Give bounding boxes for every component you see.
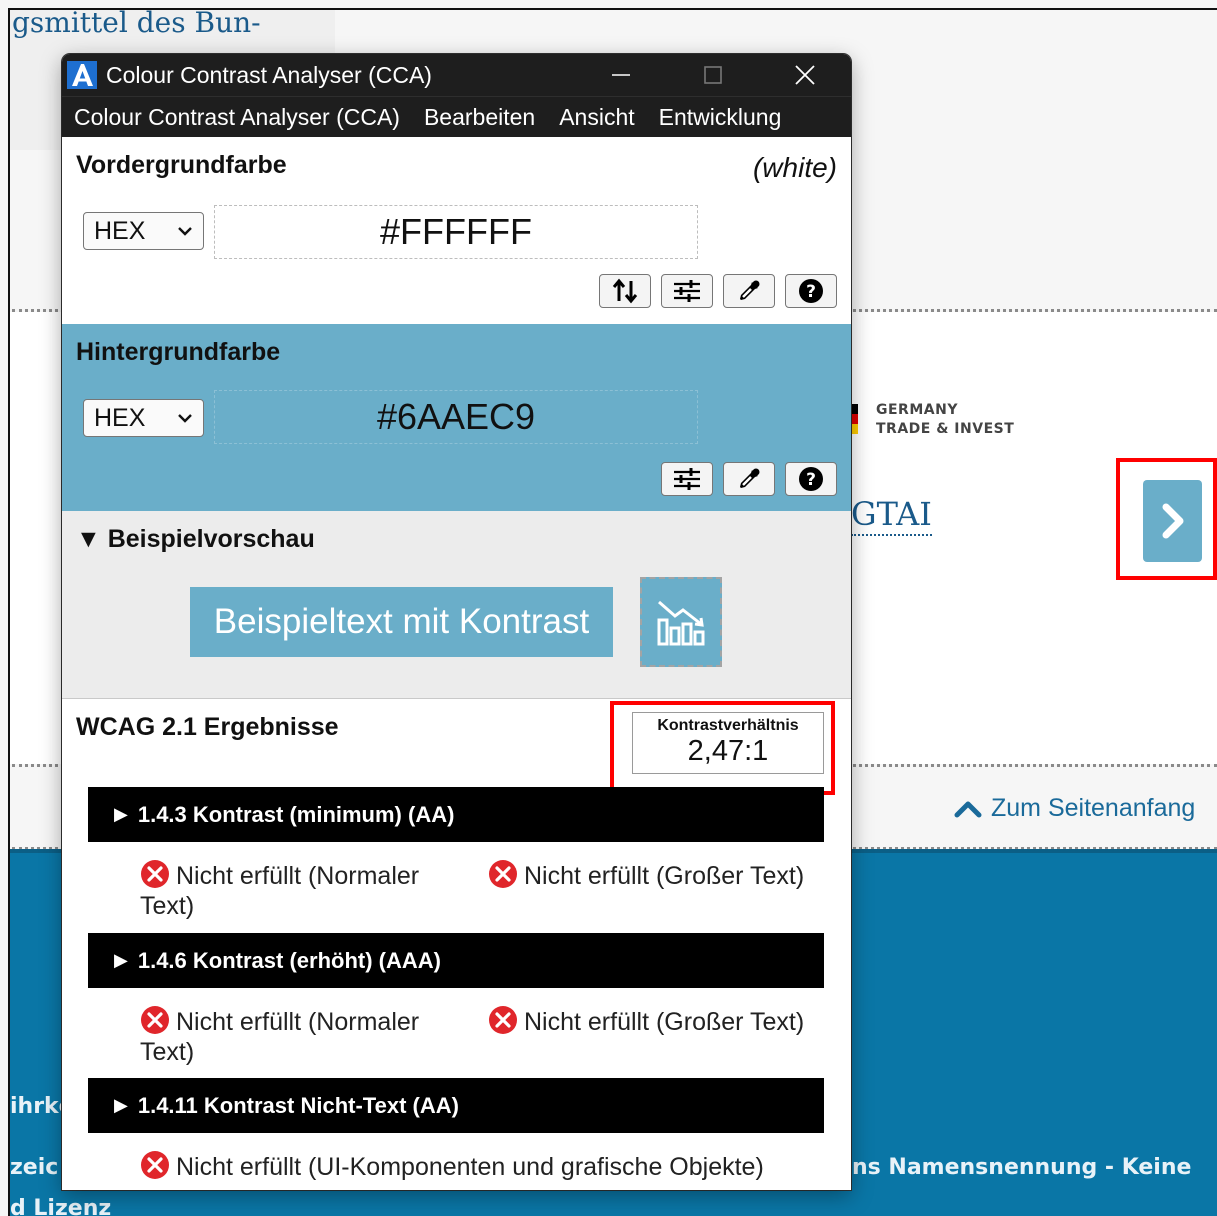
foreground-format-select[interactable]: HEX <box>83 212 204 250</box>
fail-icon <box>489 1006 517 1034</box>
maximize-icon <box>704 66 722 84</box>
foreground-sliders-button[interactable] <box>661 274 713 308</box>
footer-text-fragment: d Lizenz <box>10 1196 112 1216</box>
background-tools: ? <box>661 462 837 496</box>
help-icon: ? <box>799 279 823 303</box>
highlight-frame-next-button <box>1116 458 1217 580</box>
foreground-color-name: (white) <box>752 152 837 183</box>
footer-license-text: ns Namensnennung - Keine <box>852 1155 1192 1180</box>
eyedropper-icon <box>740 280 760 300</box>
logo-line-2: TRADE & INVEST <box>876 421 1015 437</box>
sliders-icon <box>674 468 700 490</box>
chevron-up-icon <box>954 801 982 817</box>
expand-triangle-icon: ▶ <box>114 804 128 824</box>
minimize-button[interactable] <box>575 54 667 96</box>
results-section: WCAG 2.1 Ergebnisse Kontrastverhältnis 2… <box>62 699 851 1190</box>
menu-bar: Colour Contrast Analyser (CCA) Bearbeite… <box>62 96 851 137</box>
swap-colors-button[interactable] <box>599 274 651 308</box>
gtai-link[interactable]: GTAI <box>851 494 932 536</box>
result-fail-large-text: Nicht erfüllt (Großer Text) <box>488 859 838 891</box>
logo-line-1: GERMANY <box>876 402 958 418</box>
criterion-1-4-3-header[interactable]: ▶ 1.4.3 Kontrast (minimum) (AA) <box>88 787 824 842</box>
scroll-to-top-link[interactable]: Zum Seitenanfang <box>953 794 1195 823</box>
result-fail-large-text: Nicht erfüllt (Großer Text) <box>488 1005 838 1037</box>
result-text: Nicht erfüllt (Normaler Text) <box>140 862 420 920</box>
svg-text:?: ? <box>806 282 816 302</box>
background-sliders-button[interactable] <box>661 462 713 496</box>
expand-triangle-icon: ▶ <box>114 950 128 970</box>
minimize-icon <box>612 74 630 76</box>
close-icon <box>795 65 815 85</box>
background-title: Hintergrundfarbe <box>76 338 281 366</box>
foreground-help-button[interactable]: ? <box>785 274 837 308</box>
menu-item-view[interactable]: Ansicht <box>559 104 634 131</box>
fail-icon <box>141 1151 169 1179</box>
cca-app-icon <box>67 61 97 89</box>
result-text: Nicht erfüllt (Großer Text) <box>524 862 805 890</box>
help-icon: ? <box>799 467 823 491</box>
expand-triangle-icon: ▶ <box>114 1095 128 1115</box>
result-fail-normal-text: Nicht erfüllt (Normaler Text) <box>140 1005 460 1067</box>
menu-item-edit[interactable]: Bearbeiten <box>424 104 535 131</box>
maximize-button[interactable] <box>667 54 759 96</box>
close-button[interactable] <box>759 54 851 96</box>
menu-item-app[interactable]: Colour Contrast Analyser (CCA) <box>74 104 400 131</box>
chevron-down-icon <box>178 227 192 236</box>
eyedropper-icon <box>740 468 760 488</box>
gtai-logo: GERMANY TRADE & INVEST <box>876 401 1014 439</box>
page-heading-fragment: gsmittel des Bun- <box>12 6 261 39</box>
footer-text-fragment: zeic <box>10 1155 59 1180</box>
svg-text:?: ? <box>806 470 816 490</box>
result-text: Nicht erfüllt (UI-Komponenten und grafis… <box>176 1153 764 1181</box>
background-section: Hintergrundfarbe HEX #6AAEC9 ? <box>62 324 851 511</box>
criterion-1-4-11-header[interactable]: ▶ 1.4.11 Kontrast Nicht-Text (AA) <box>88 1078 824 1133</box>
preview-toggle[interactable]: ▼ Beispielvorschau <box>76 525 315 554</box>
foreground-eyedropper-button[interactable] <box>723 274 775 308</box>
result-fail-ui-components: Nicht erfüllt (UI-Komponenten und grafis… <box>140 1150 840 1182</box>
criterion-1-4-6-header[interactable]: ▶ 1.4.6 Kontrast (erhöht) (AAA) <box>88 933 824 988</box>
format-select-value: HEX <box>94 403 146 432</box>
fail-icon <box>141 860 169 888</box>
background-help-button[interactable]: ? <box>785 462 837 496</box>
result-text: Nicht erfüllt (Normaler Text) <box>140 1008 420 1066</box>
gtai-logo-flag <box>852 404 858 434</box>
menu-item-development[interactable]: Entwicklung <box>659 104 782 131</box>
preview-sample-text: Beispieltext mit Kontrast <box>190 587 613 657</box>
fail-icon <box>489 860 517 888</box>
criterion-title: 1.4.3 Kontrast (minimum) (AA) <box>137 801 455 827</box>
chevron-down-icon <box>178 414 192 423</box>
result-text: Nicht erfüllt (Großer Text) <box>524 1008 805 1036</box>
foreground-title: Vordergrundfarbe <box>76 151 287 179</box>
cca-window: Colour Contrast Analyser (CCA) Colour Co… <box>62 54 851 1190</box>
preview-sample-icon-box <box>640 577 722 667</box>
highlight-frame-ratio <box>610 701 835 795</box>
format-select-value: HEX <box>94 216 146 245</box>
foreground-section: Vordergrundfarbe (white) HEX #FFFFFF ? <box>62 137 851 324</box>
background-hex-input[interactable]: #6AAEC9 <box>214 390 698 444</box>
criterion-title: 1.4.6 Kontrast (erhöht) (AAA) <box>137 947 441 973</box>
background-eyedropper-button[interactable] <box>723 462 775 496</box>
criterion-title: 1.4.11 Kontrast Nicht-Text (AA) <box>137 1092 459 1118</box>
background-format-select[interactable]: HEX <box>83 399 204 437</box>
results-title: WCAG 2.1 Ergebnisse <box>76 713 339 741</box>
foreground-tools: ? <box>599 274 837 308</box>
scroll-to-top-label: Zum Seitenanfang <box>991 794 1196 822</box>
swap-icon <box>612 278 638 304</box>
window-title: Colour Contrast Analyser (CCA) <box>106 61 432 88</box>
foreground-hex-input[interactable]: #FFFFFF <box>214 205 698 259</box>
fail-icon <box>141 1006 169 1034</box>
result-fail-normal-text: Nicht erfüllt (Normaler Text) <box>140 859 460 921</box>
preview-section: ▼ Beispielvorschau Beispieltext mit Kont… <box>62 511 851 699</box>
sliders-icon <box>674 280 700 302</box>
window-titlebar[interactable]: Colour Contrast Analyser (CCA) <box>62 54 851 96</box>
chart-icon <box>657 600 705 646</box>
